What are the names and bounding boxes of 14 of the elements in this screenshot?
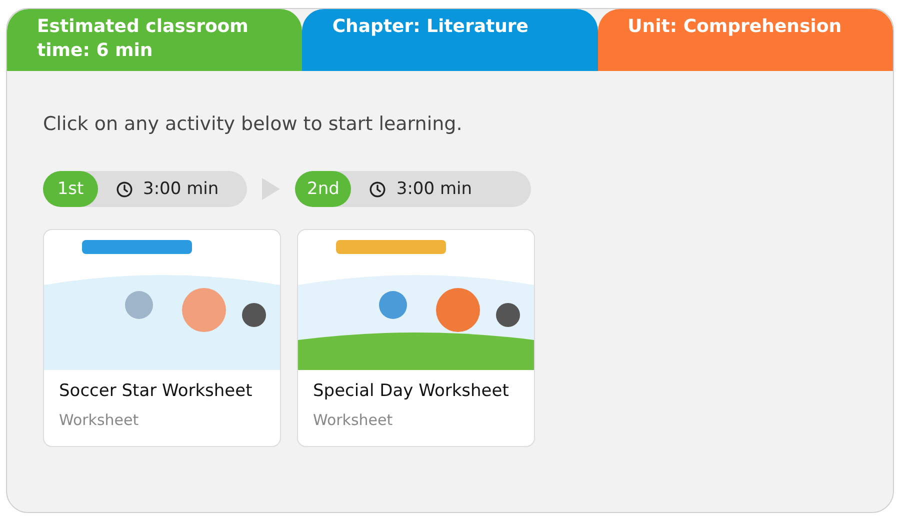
activity-type: Worksheet: [312, 410, 394, 429]
activity-type: Worksheet: [58, 410, 140, 429]
step-order: 1st: [43, 171, 98, 207]
instruction-text: Click on any activity below to start learning.: [43, 113, 464, 135]
arrow-icon: [262, 178, 280, 200]
clock-icon: [116, 180, 133, 198]
activity-card[interactable]: Special Day Worksheet Worksheet: [297, 229, 535, 447]
step-duration: 3:00 min: [143, 179, 219, 199]
step-order: 2nd: [295, 171, 352, 207]
activity-card[interactable]: Soccer Star Worksheet Worksheet: [43, 229, 281, 447]
step-duration: 3:00 min: [396, 179, 472, 199]
activity-title: Soccer Star Worksheet: [58, 380, 254, 401]
clock-icon: [369, 180, 386, 198]
activity-title: Special Day Worksheet: [312, 380, 510, 401]
